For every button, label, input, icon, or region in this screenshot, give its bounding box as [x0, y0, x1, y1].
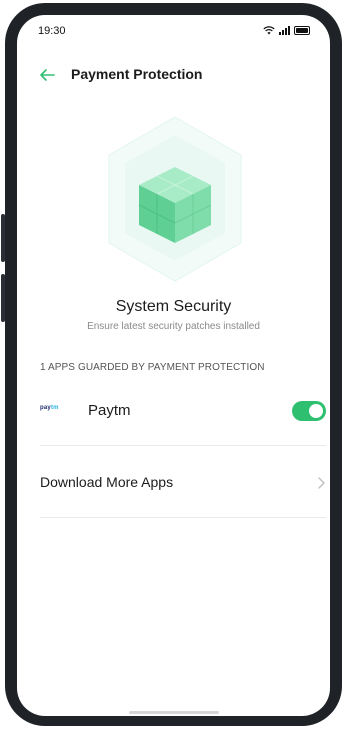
status-bar: 19:30	[17, 15, 330, 47]
wifi-icon	[263, 26, 275, 35]
divider	[40, 517, 326, 518]
download-more-apps-item[interactable]: Download More Apps	[40, 467, 326, 503]
hero-title: System Security	[115, 298, 232, 315]
arrow-left-icon[interactable]	[37, 65, 57, 85]
signal-icon	[279, 25, 290, 35]
status-time: 19:30	[38, 25, 66, 37]
page-title: Payment Protection	[71, 66, 203, 82]
security-cube-icon	[108, 116, 242, 282]
download-more-label: Download More Apps	[40, 474, 174, 490]
logo-text-a: pay	[40, 405, 51, 411]
battery-icon	[294, 25, 310, 35]
list-item-paytm: paytm Paytm	[40, 393, 326, 433]
side-button	[1, 274, 5, 322]
logo-text-b: tm	[50, 405, 59, 411]
screen: 19:30 Payment Protection System Security…	[17, 15, 330, 716]
status-icons	[263, 25, 310, 35]
section-title: 1 APPS GUARDED BY PAYMENT PROTECTION	[40, 362, 265, 373]
paytm-protection-toggle[interactable]	[292, 401, 326, 421]
header: Payment Protection	[17, 65, 330, 91]
home-indicator	[129, 711, 219, 714]
chevron-right-icon	[318, 477, 325, 489]
side-button	[1, 214, 5, 262]
app-name: Paytm	[88, 402, 131, 419]
divider	[40, 445, 326, 446]
paytm-logo-icon: paytm	[40, 405, 66, 417]
hero-subtitle: Ensure latest security patches installed	[87, 321, 260, 332]
